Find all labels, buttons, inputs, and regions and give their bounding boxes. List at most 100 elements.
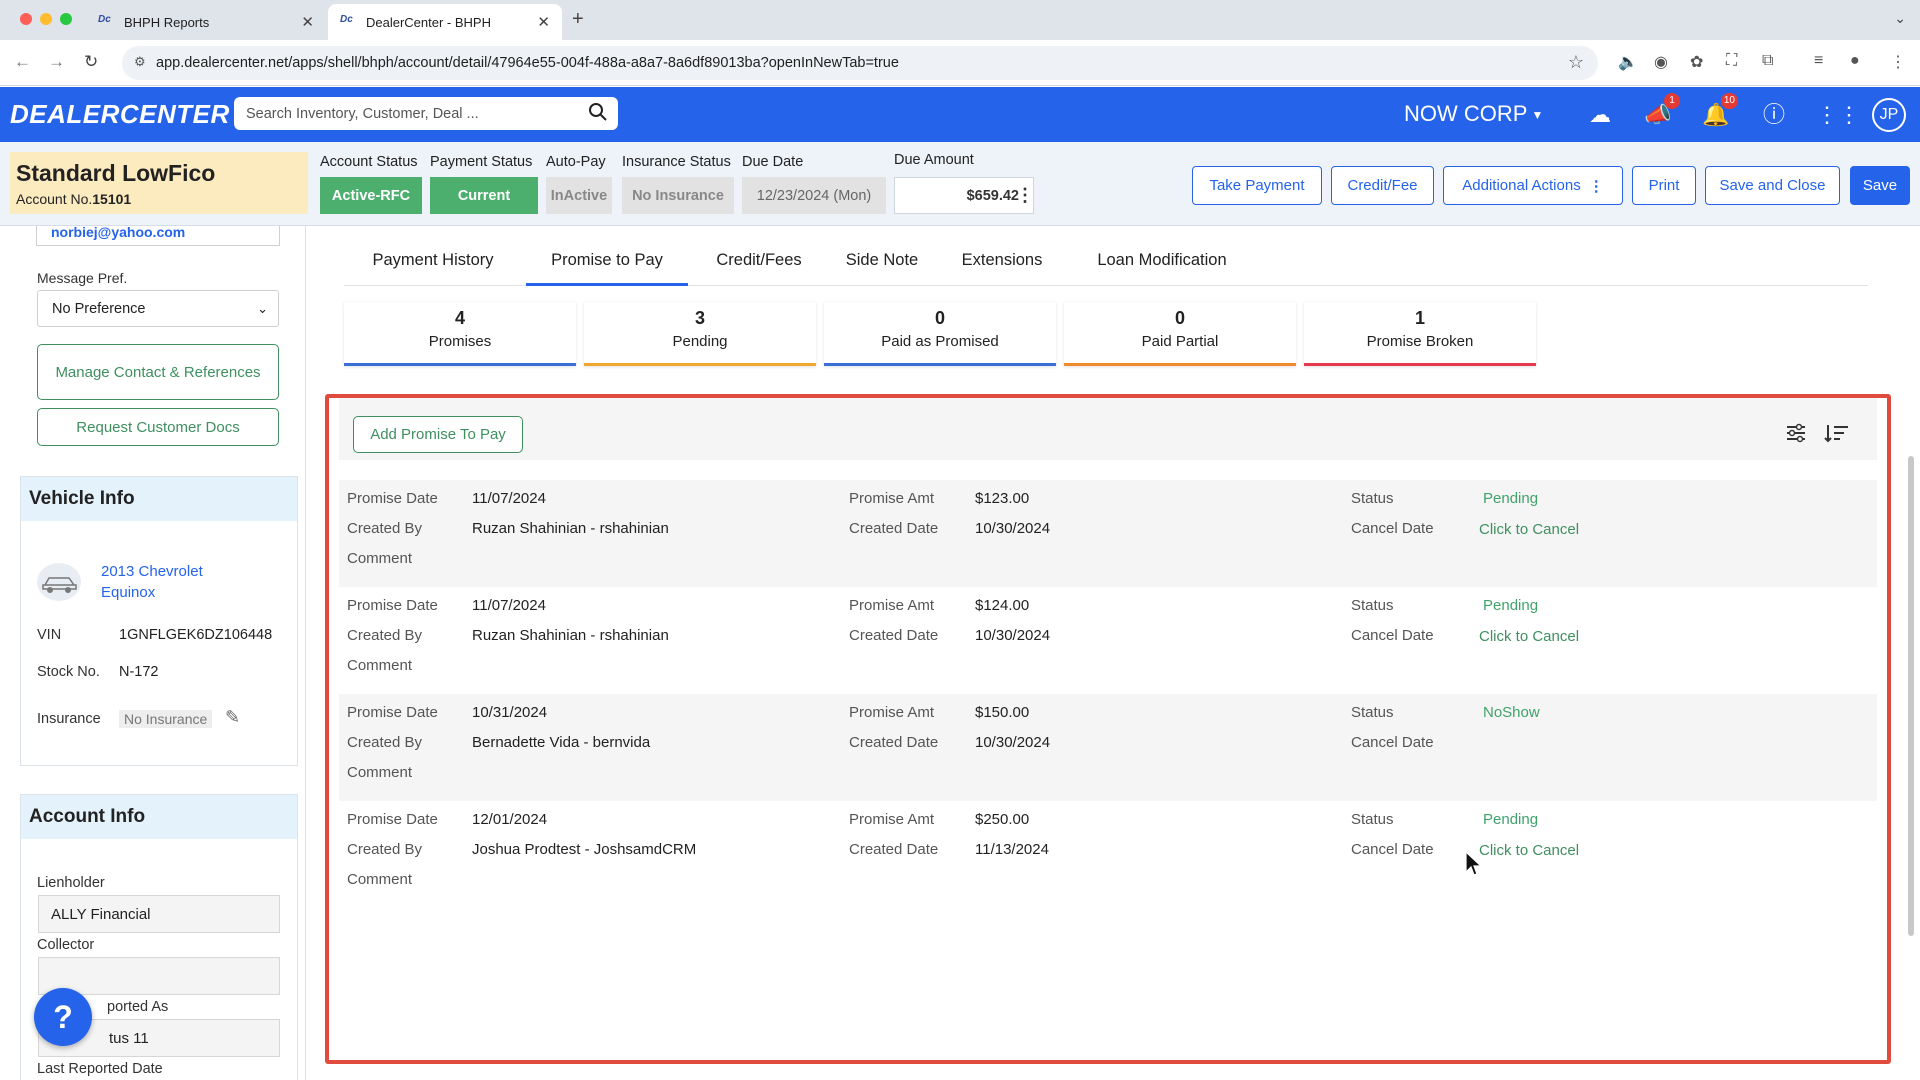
reload-icon[interactable]: ↻ [84,52,98,72]
promise-amt-value: $124.00 [975,597,1030,614]
browser-tab-bhph-reports[interactable]: Dc BHPH Reports ✕ [86,4,326,40]
save-and-close-button[interactable]: Save and Close [1705,166,1840,205]
filter-sliders-icon[interactable] [1785,422,1807,444]
url-input[interactable]: ⚙ app.dealercenter.net/apps/shell/bhph/a… [122,46,1598,80]
created-by-label: Created By [347,520,423,537]
bell-icon[interactable]: 🔔 10 [1702,93,1738,129]
autopay-label: Auto-Pay [546,154,606,170]
promise-date-label: Promise Date [347,597,438,614]
help-fab-button[interactable]: ? [34,988,92,1046]
created-by-label: Created By [347,734,423,751]
promise-date-value: 10/31/2024 [472,704,548,721]
tab-loan-modification[interactable]: Loan Modification [1074,246,1250,286]
tab-extensions[interactable]: Extensions [944,246,1060,286]
pencil-edit-icon[interactable]: ✎ [225,707,240,728]
promise-row: Promise Date 11/07/2024 Created By Ruzan Sh… [339,587,1877,694]
search-icon[interactable] [588,102,608,122]
message-pref-select[interactable]: No Preference ⌄ [37,290,279,327]
due-amount-menu-icon[interactable]: ⋮ [1016,185,1034,206]
megaphone-icon[interactable]: 📣 1 [1644,93,1680,129]
global-search-input[interactable]: Search Inventory, Customer, Deal ... [234,97,618,130]
browser-menu-icon[interactable]: ⋮ [1890,52,1906,72]
created-date-value: 10/30/2024 [975,734,1051,751]
summary-card-paid-as-promised[interactable]: 0 Paid as Promised [824,302,1056,366]
created-date-value: 11/13/2024 [975,841,1049,858]
print-button[interactable]: Print [1632,166,1696,205]
cancel-date-label: Cancel Date [1351,841,1434,858]
apps-grid-icon[interactable]: ⋮⋮ [1816,101,1860,129]
vin-label: VIN [37,627,62,643]
forward-arrow-icon[interactable]: → [48,52,65,72]
add-promise-to-pay-button[interactable]: Add Promise To Pay [353,416,523,453]
search-placeholder: Search Inventory, Customer, Deal ... [246,105,479,122]
comment-label: Comment [347,550,413,567]
email-field[interactable]: norbiej@yahoo.com [36,226,280,246]
profile-avatar-icon[interactable]: ● [1850,52,1860,70]
tab-credit-fees[interactable]: Credit/Fees [700,246,818,286]
take-payment-button[interactable]: Take Payment [1192,166,1322,205]
kebab-menu-icon: ⋮ [1588,177,1604,195]
tab-payment-history[interactable]: Payment History [344,246,522,286]
site-info-icon[interactable]: ⚙ [134,54,146,70]
summary-card-promises[interactable]: 4 Promises [344,302,576,366]
close-tab-icon[interactable]: ✕ [537,13,550,31]
click-to-cancel-link[interactable]: Click to Cancel [1479,521,1579,538]
click-to-cancel-link[interactable]: Click to Cancel [1479,842,1579,859]
back-arrow-icon[interactable]: ← [14,52,31,72]
created-by-value: Joshua Prodtest - JoshsamdCRM [472,841,697,858]
cancel-date-label: Cancel Date [1351,520,1434,537]
bookmark-star-icon[interactable]: ☆ [1568,52,1584,73]
speaker-icon[interactable]: 🔈 [1618,52,1638,72]
color-extension-icon[interactable]: ✿ [1690,52,1703,72]
account-number: Account No.15101 [16,191,132,207]
comment-label: Comment [347,871,413,888]
click-to-cancel-link[interactable]: Click to Cancel [1479,628,1579,645]
sort-icon[interactable] [1823,422,1849,444]
chat-icon[interactable]: ☁ [1586,101,1614,129]
summary-card-paid-partial[interactable]: 0 Paid Partial [1064,302,1296,366]
browser-tab-dealercenter[interactable]: Dc DealerCenter - BHPH ✕ [328,4,562,40]
collector-label: Collector [37,937,95,953]
reading-list-icon[interactable]: ≡ [1814,52,1823,70]
created-by-value: Ruzan Shahinian - rshahinian [472,520,669,537]
promise-date-value: 11/07/2024 [472,597,546,614]
request-customer-docs-button[interactable]: Request Customer Docs [37,408,279,446]
vehicle-link[interactable]: 2013 Chevrolet Equinox [101,561,203,603]
close-window-button[interactable] [20,13,32,25]
status-label: Status [1351,597,1394,614]
manage-contact-button[interactable]: Manage Contact & References [37,344,279,400]
due-amount-field: $659.42 [894,177,1034,214]
insurance-status-label: Insurance Status [622,154,731,170]
created-date-label: Created Date [849,734,939,751]
url-text: app.dealercenter.net/apps/shell/bhph/acc… [156,55,899,71]
save-button[interactable]: Save [1850,166,1910,205]
cancel-date-label: Cancel Date [1351,734,1434,751]
tab-side-note[interactable]: Side Note [832,246,932,286]
help-icon[interactable]: ⓘ [1760,101,1788,129]
status-label: Status [1351,704,1394,721]
minimize-window-button[interactable] [40,13,52,25]
additional-actions-button[interactable]: Additional Actions ⋮ [1443,166,1623,205]
promise-date-value: 12/01/2024 [472,811,548,828]
tab-promise-to-pay[interactable]: Promise to Pay [526,246,688,286]
vehicle-info-panel: Vehicle Info 2013 Chevrolet Equinox VIN … [20,476,298,766]
credit-fee-button[interactable]: Credit/Fee [1331,166,1434,205]
screenshot-icon[interactable]: ⛶ [1726,52,1737,70]
close-tab-icon[interactable]: ✕ [301,13,314,31]
summary-card-promise-broken[interactable]: 1 Promise Broken [1304,302,1536,366]
comment-label: Comment [347,764,413,781]
user-avatar[interactable]: JP [1872,98,1906,132]
tab-search-chevron-icon[interactable]: ⌄ [1894,10,1906,27]
company-selector[interactable]: NOW CORP ▼ [1404,101,1543,127]
puzzle-extensions-icon[interactable]: ⧉ [1762,52,1773,70]
dealercenter-logo[interactable]: DEALERCENTER [10,99,230,130]
created-date-value: 10/30/2024 [975,627,1051,644]
lienholder-label: Lienholder [37,875,105,891]
lienholder-field[interactable]: ALLY Financial [38,895,280,933]
extension-icon[interactable]: ◉ [1654,52,1668,72]
summary-card-pending[interactable]: 3 Pending [584,302,816,366]
page-scrollbar[interactable] [1908,456,1914,936]
new-tab-button[interactable]: + [572,8,584,31]
maximize-window-button[interactable] [60,13,72,25]
browser-tab-label: BHPH Reports [124,14,210,30]
